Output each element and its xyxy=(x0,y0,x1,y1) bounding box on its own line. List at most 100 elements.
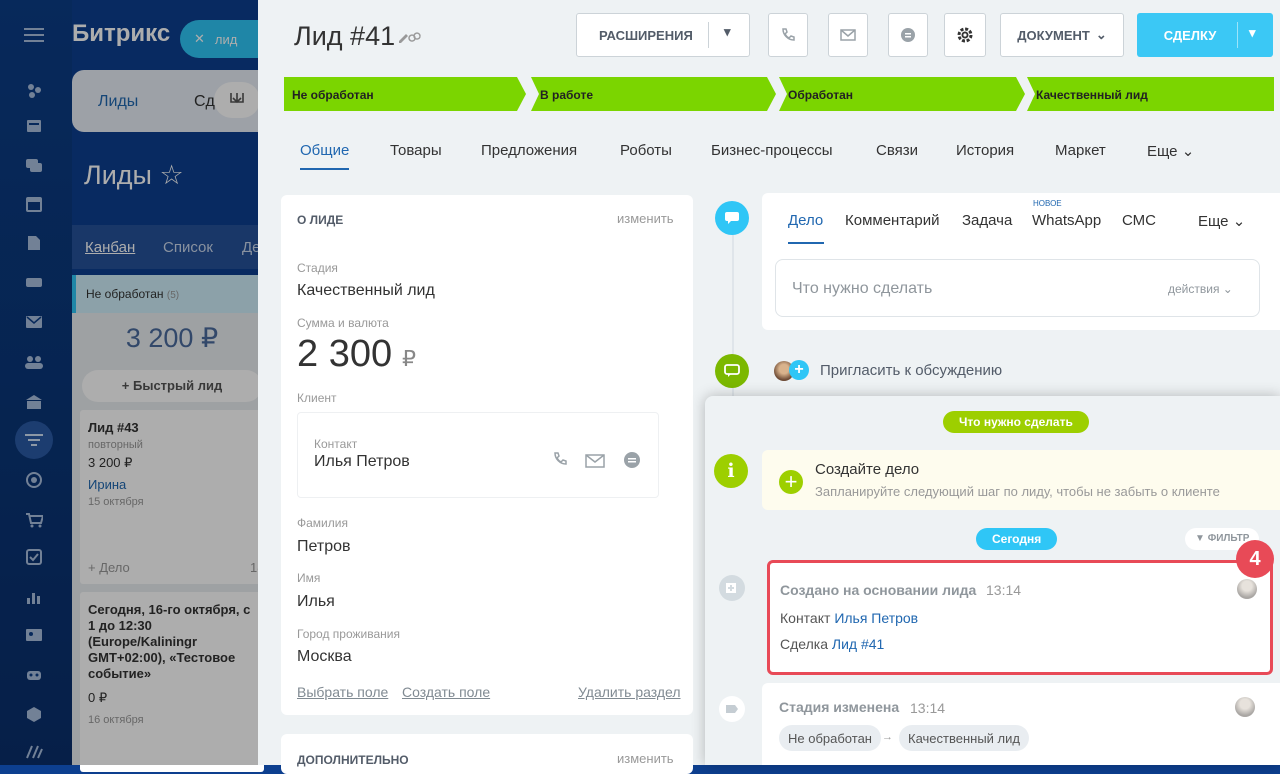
select-field-link[interactable]: Выбрать поле xyxy=(297,684,388,700)
stage-in-progress[interactable]: В работе xyxy=(531,77,776,111)
tab-task[interactable]: Задача xyxy=(962,212,1012,229)
contact-link[interactable]: Илья Петров xyxy=(834,610,918,626)
phone-icon xyxy=(782,28,795,41)
edit-link[interactable]: изменить xyxy=(617,751,674,766)
info-icon: i xyxy=(714,454,748,488)
stage-processed[interactable]: Обработан xyxy=(779,77,1025,111)
stage-bar: Не обработан В работе Обработан Качестве… xyxy=(284,77,1274,111)
todo-input[interactable]: Что нужно сделать действия ⌄ xyxy=(775,259,1260,317)
tab-history[interactable]: История xyxy=(956,142,1014,159)
convert-deal-button[interactable]: СДЕЛКУ ▾ xyxy=(1137,13,1273,57)
edit-title-icon[interactable] xyxy=(398,31,426,43)
client-label: Клиент xyxy=(297,391,337,405)
timeline-feed: Что нужно сделать i + Создайте дело Запл… xyxy=(705,396,1280,765)
filter-icon: ▼ xyxy=(1195,533,1205,544)
todo-pill: Что нужно сделать xyxy=(943,411,1089,433)
surname-label: Фамилия xyxy=(297,516,348,530)
tab-activity[interactable]: Дело xyxy=(788,212,823,229)
item-time: 13:14 xyxy=(986,582,1022,598)
arrow-icon: → xyxy=(882,731,893,743)
create-title[interactable]: Создайте дело xyxy=(815,461,919,478)
currency: ₽ xyxy=(402,346,416,371)
stage-change-icon xyxy=(719,696,745,722)
city-label: Город проживания xyxy=(297,627,400,641)
tab-business-processes[interactable]: Бизнес-процессы xyxy=(711,142,833,159)
chevron-down-icon[interactable]: ▾ xyxy=(724,24,731,40)
client-block: Контакт Илья Петров xyxy=(297,412,659,498)
item-title: Создано на основании лида xyxy=(780,582,977,598)
stage-value: Качественный лид xyxy=(297,282,435,299)
created-icon xyxy=(719,575,745,601)
mail-icon[interactable] xyxy=(585,454,605,468)
avatar[interactable] xyxy=(1235,697,1255,717)
stage-from: Не обработан xyxy=(779,725,881,751)
section-title: О ЛИДЕ xyxy=(297,213,344,227)
tab-whatsapp[interactable]: WhatsApp xyxy=(1032,212,1101,229)
chevron-down-icon: ⌄ xyxy=(1232,213,1246,230)
tab-offers[interactable]: Предложения xyxy=(481,142,577,159)
extensions-label: РАСШИРЕНИЯ xyxy=(599,27,693,43)
create-field-link[interactable]: Создать поле xyxy=(402,684,490,700)
contact-line: Контакт Илья Петров xyxy=(780,610,919,626)
email-button[interactable] xyxy=(828,13,868,57)
document-button[interactable]: ДОКУМЕНТ ⌄ xyxy=(1000,13,1124,57)
avatar[interactable] xyxy=(1237,579,1257,599)
stage-qualified[interactable]: Качественный лид xyxy=(1027,77,1274,111)
activity-editor: Дело Комментарий Задача НОВОЕ WhatsApp С… xyxy=(762,193,1280,330)
tab-general[interactable]: Общие xyxy=(300,142,350,170)
contact-name[interactable]: Илья Петров xyxy=(314,453,410,471)
plus-icon[interactable]: + xyxy=(779,470,803,494)
invite-link[interactable]: Пригласить к обсуждению xyxy=(820,362,1002,379)
contact-label: Контакт xyxy=(314,437,358,451)
actions-dropdown[interactable]: действия ⌄ xyxy=(1168,282,1233,296)
deal-line: Сделка Лид #41 xyxy=(780,636,885,652)
surname-value: Петров xyxy=(297,538,351,555)
phone-icon[interactable] xyxy=(552,451,570,469)
stage-not-processed[interactable]: Не обработан xyxy=(284,77,526,111)
item-title: Стадия изменена xyxy=(779,699,900,715)
deal-label: СДЕЛКУ xyxy=(1163,27,1217,43)
tab-robots[interactable]: Роботы xyxy=(620,142,672,159)
tab-market[interactable]: Маркет xyxy=(1055,142,1106,159)
name-label: Имя xyxy=(297,571,321,585)
tab-sms[interactable]: СМС xyxy=(1122,212,1156,229)
invite-avatar[interactable]: + xyxy=(774,359,809,383)
create-activity-card[interactable]: + Создайте дело Запланируйте следующий ш… xyxy=(762,450,1280,510)
chevron-down-icon[interactable]: ▾ xyxy=(1249,25,1256,41)
sum-value: 2 300 xyxy=(297,333,393,375)
lead-title: Лид #41 xyxy=(294,21,396,51)
about-lead-section: О ЛИДЕ изменить Стадия Качественный лид … xyxy=(281,195,693,715)
new-badge: НОВОЕ xyxy=(1033,199,1062,208)
mail-icon xyxy=(840,29,856,41)
tab-links[interactable]: Связи xyxy=(876,142,918,159)
sum-label: Сумма и валюта xyxy=(297,316,389,330)
tab-comment[interactable]: Комментарий xyxy=(845,212,939,229)
tab-more[interactable]: Еще ⌄ xyxy=(1147,142,1194,160)
plus-icon: + xyxy=(789,360,809,380)
created-from-lead-item[interactable]: Создано на основании лида 13:14 Контакт … xyxy=(767,560,1273,675)
comment-icon xyxy=(715,354,749,388)
edit-link[interactable]: изменить xyxy=(617,211,674,226)
delete-section-link[interactable]: Удалить раздел xyxy=(578,684,681,700)
deal-link[interactable]: Лид #41 xyxy=(832,636,884,652)
name-value: Илья xyxy=(297,593,335,610)
chevron-down-icon: ⌄ xyxy=(1181,143,1195,160)
call-button[interactable] xyxy=(768,13,808,57)
tab-more[interactable]: Еще ⌄ xyxy=(1198,212,1245,230)
extensions-button[interactable]: РАСШИРЕНИЯ ▾ xyxy=(576,13,750,57)
todo-placeholder: Что нужно сделать xyxy=(792,280,933,297)
chat-bubble-icon[interactable] xyxy=(623,451,641,469)
create-subtitle: Запланируйте следующий шаг по лиду, чтоб… xyxy=(815,484,1220,499)
city-value: Москва xyxy=(297,648,352,665)
stage-to: Качественный лид xyxy=(899,725,1029,751)
messenger-button[interactable] xyxy=(888,13,928,57)
stage-changed-item[interactable]: Стадия изменена 13:14 Не обработан → Кач… xyxy=(762,683,1280,765)
tab-products[interactable]: Товары xyxy=(390,142,442,159)
item-time: 13:14 xyxy=(910,700,946,716)
additional-section: ДОПОЛНИТЕЛЬНО изменить xyxy=(281,734,693,774)
document-label: ДОКУМЕНТ xyxy=(1017,27,1090,43)
settings-button[interactable] xyxy=(944,13,986,57)
timeline-activity-icon xyxy=(715,201,749,235)
chat-bubble-icon xyxy=(901,28,915,42)
chevron-down-icon: ⌄ xyxy=(1095,27,1107,42)
